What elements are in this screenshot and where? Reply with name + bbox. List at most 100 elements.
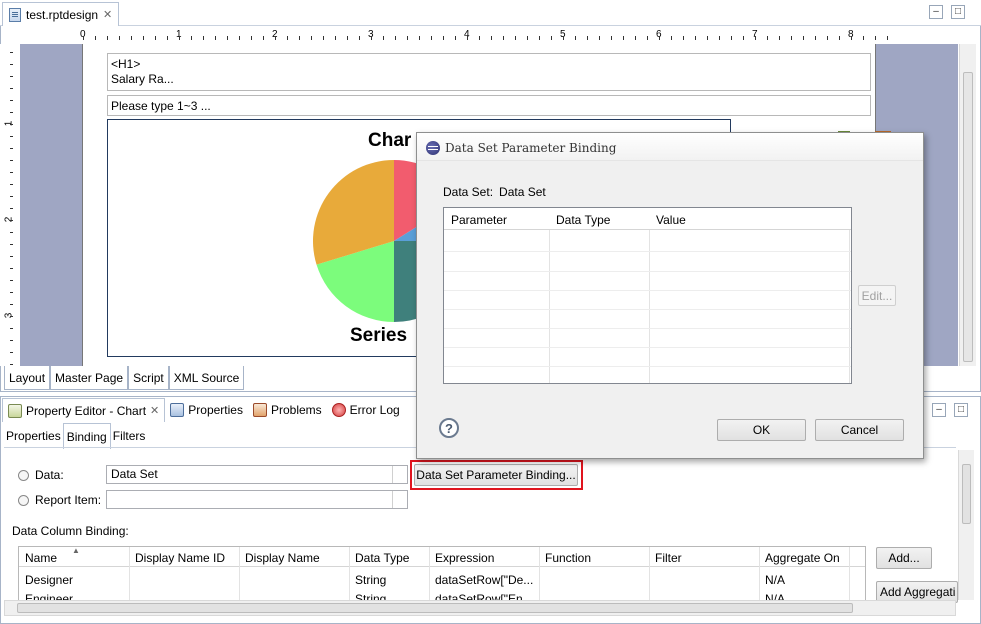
report-item-dropdown-icon[interactable] <box>392 491 407 508</box>
vruler-tick <box>10 280 13 281</box>
tab-xml-source[interactable]: XML Source <box>168 366 245 390</box>
data-set-parameter-binding-button[interactable]: Data Set Parameter Binding... <box>414 464 578 486</box>
ruler-tick <box>695 36 696 40</box>
tab-properties-label: Properties <box>188 403 243 417</box>
views-vertical-scrollbar[interactable] <box>958 450 974 600</box>
minimize-icon[interactable]: – <box>929 5 943 19</box>
view-minimize-icon[interactable]: – <box>932 403 946 417</box>
view-maximize-icon[interactable]: □ <box>954 403 968 417</box>
ruler-tick <box>227 36 228 40</box>
column-header-function[interactable]: Function <box>545 551 591 565</box>
vruler-tick <box>10 76 13 77</box>
ruler-tick <box>239 36 240 40</box>
property-editor-icon <box>8 403 22 418</box>
column-header-aggregate-on[interactable]: Aggregate On <box>765 551 840 565</box>
cancel-button[interactable]: Cancel <box>815 419 904 441</box>
subtab-filters[interactable]: Filters <box>111 425 148 447</box>
ruler-tick <box>863 36 864 40</box>
column-header-display-name[interactable]: Display Name <box>245 551 320 565</box>
ruler-tick <box>515 36 516 40</box>
views-horizontal-scrollbar[interactable] <box>4 600 956 616</box>
column-header-filter[interactable]: Filter <box>655 551 682 565</box>
tab-error-log[interactable]: Error Log <box>327 398 405 422</box>
column-value[interactable]: Value <box>656 213 686 227</box>
tab-problems[interactable]: Problems <box>248 398 327 422</box>
column-parameter[interactable]: Parameter <box>451 213 507 227</box>
ruler-tick <box>155 36 156 40</box>
ruler-tick <box>419 36 420 40</box>
table-cell[interactable]: dataSetRow["De... <box>435 573 533 587</box>
column-header-name[interactable]: Name <box>25 551 57 565</box>
ruler-tick <box>503 36 504 40</box>
edit-parameter-button[interactable]: Edit... <box>858 285 896 306</box>
help-icon[interactable]: ? <box>439 418 459 438</box>
subtab-binding[interactable]: Binding <box>62 423 111 449</box>
table-cell[interactable]: N/A <box>765 573 785 587</box>
vruler-tick <box>10 124 13 125</box>
ruler-tick <box>311 36 312 40</box>
ok-button[interactable]: OK <box>717 419 806 441</box>
vruler-tick <box>10 244 13 245</box>
rptdesign-file-icon <box>9 7 21 22</box>
vruler-tick <box>10 340 13 341</box>
vruler-tick <box>10 268 13 269</box>
ruler-tick <box>527 36 528 40</box>
ruler-tick <box>383 36 384 40</box>
table-cell[interactable]: String <box>355 573 386 587</box>
vruler-tick <box>10 136 13 137</box>
file-tab[interactable]: test.rptdesign ✕ <box>2 2 120 26</box>
ruler-tick <box>371 36 372 40</box>
ruler-tick <box>755 36 756 40</box>
subtab-properties[interactable]: Properties <box>4 425 63 447</box>
vruler-tick <box>10 352 13 353</box>
ruler-tick <box>887 36 888 40</box>
text-item[interactable]: Please type 1~3 ... <box>107 95 871 116</box>
ruler-tick <box>767 36 768 40</box>
ruler-tick <box>299 36 300 40</box>
maximize-icon[interactable]: □ <box>951 5 965 19</box>
data-column-binding-table[interactable]: Name Display Name ID Display Name Data Type… <box>18 546 866 602</box>
add-binding-button[interactable]: Add... <box>876 547 932 569</box>
data-radio[interactable] <box>18 469 29 481</box>
ruler-tick <box>467 36 468 40</box>
ruler-tick <box>539 36 540 40</box>
tab-layout[interactable]: Layout <box>4 366 51 390</box>
data-radio-row[interactable]: Data: <box>18 468 64 482</box>
heading-label-item[interactable]: <H1> Salary Ra... <box>107 53 871 91</box>
table-cell[interactable]: Designer <box>25 573 73 587</box>
data-set-dropdown-icon[interactable] <box>392 466 407 483</box>
vruler-tick <box>10 304 13 305</box>
column-header-display-name-id[interactable]: Display Name ID <box>135 551 225 565</box>
close-tab-icon[interactable]: ✕ <box>103 8 112 21</box>
tab-script[interactable]: Script <box>128 366 169 390</box>
tab-property-editor[interactable]: Property Editor - Chart ✕ <box>2 398 166 422</box>
ruler-tick <box>611 36 612 40</box>
sort-ascending-icon[interactable]: ▲ <box>72 546 80 555</box>
editor-vertical-scrollbar[interactable] <box>959 44 976 366</box>
data-column-binding-label: Data Column Binding: <box>12 524 129 538</box>
ruler-tick <box>623 36 624 40</box>
column-header-data-type[interactable]: Data Type <box>355 551 409 565</box>
report-item-radio-row[interactable]: Report Item: <box>18 493 101 507</box>
ruler-tick <box>671 36 672 40</box>
ruler-tick <box>167 36 168 40</box>
parameter-table[interactable]: Parameter Data Type Value <box>443 207 852 384</box>
dialog-data-set-row: Data Set: Data Set <box>443 185 546 199</box>
file-tab-label: test.rptdesign <box>26 7 99 22</box>
ruler-tick <box>275 36 276 40</box>
tab-problems-label: Problems <box>270 403 322 417</box>
tab-master-page[interactable]: Master Page <box>50 366 129 390</box>
column-header-expression[interactable]: Expression <box>435 551 494 565</box>
report-item-combo[interactable] <box>106 490 408 509</box>
close-view-icon[interactable]: ✕ <box>150 404 159 417</box>
dialog-titlebar[interactable]: Data Set Parameter Binding <box>417 133 923 161</box>
column-data-type[interactable]: Data Type <box>556 213 610 227</box>
report-item-radio[interactable] <box>18 494 29 506</box>
tab-properties[interactable]: Properties <box>165 398 248 422</box>
series-label: Series <box>350 325 408 346</box>
property-sub-tabs: Properties Binding Filters <box>4 423 148 449</box>
data-set-combo[interactable]: Data Set <box>106 465 408 484</box>
vruler-tick <box>10 208 13 209</box>
ruler-tick <box>119 36 120 40</box>
vruler-tick <box>10 364 13 365</box>
